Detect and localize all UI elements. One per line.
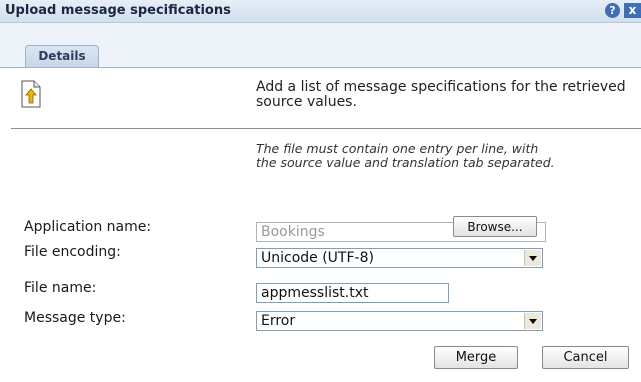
file-encoding-label: File encoding: [24, 244, 121, 260]
dialog-titlebar: Upload message specifications ? x [0, 0, 641, 23]
dialog-description: Add a list of message specifications for… [256, 79, 626, 110]
file-encoding-value: Unicode (UTF-8) [261, 250, 374, 266]
tab-strip: Details [0, 23, 641, 67]
chevron-down-icon[interactable] [524, 313, 541, 329]
application-name-label: Application name: [24, 219, 152, 235]
file-encoding-select[interactable]: Unicode (UTF-8) [256, 248, 543, 268]
upload-document-icon [21, 80, 41, 108]
dialog-content: Add a list of message specifications for… [0, 67, 641, 382]
message-type-select[interactable]: Error [256, 311, 543, 331]
tab-details[interactable]: Details [25, 45, 99, 67]
cancel-button[interactable]: Cancel [542, 346, 629, 369]
browse-button[interactable]: Browse... [453, 216, 537, 237]
message-type-label: Message type: [24, 310, 126, 326]
close-icon[interactable]: x [624, 3, 641, 18]
dialog-title: Upload message specifications [5, 3, 231, 18]
file-format-note: The file must contain one entry per line… [256, 141, 555, 170]
message-type-value: Error [261, 313, 296, 329]
file-name-label: File name: [24, 280, 97, 296]
merge-button[interactable]: Merge [434, 346, 518, 369]
chevron-down-icon[interactable] [524, 250, 541, 266]
file-name-input[interactable]: appmesslist.txt [256, 283, 449, 303]
upload-dialog: Upload message specifications ? x Detail… [0, 0, 641, 382]
divider [11, 128, 641, 129]
help-icon[interactable]: ? [605, 3, 620, 18]
